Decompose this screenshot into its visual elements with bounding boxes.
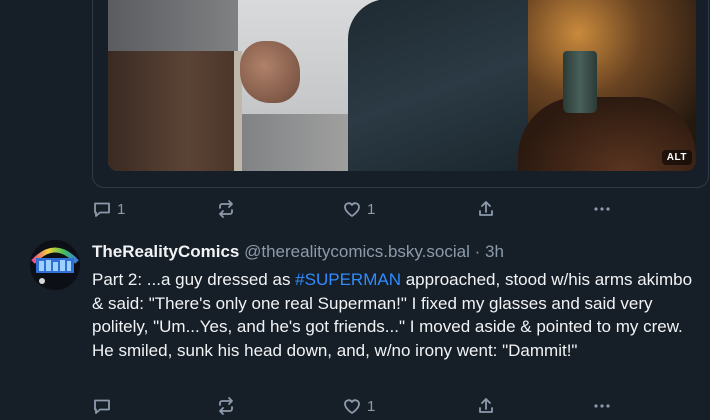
like-count: 1 [367,397,376,415]
share-button[interactable] [476,396,496,416]
reply-button[interactable]: 1 [92,199,125,219]
user-handle[interactable]: @therealitycomics.bsky.social [244,242,470,261]
like-button[interactable]: 1 [342,396,375,416]
image-cup [563,51,597,113]
post2-action-bar: 1 [92,396,612,416]
share-icon [476,396,496,416]
reply-icon [92,199,112,219]
more-options-button[interactable] [592,199,612,219]
avatar[interactable] [30,240,80,290]
post1-media-card: ALT [92,0,709,188]
post2-header: TheRealityComics @therealitycomics.bsky.… [92,242,504,262]
like-icon [342,396,362,416]
repost-button[interactable] [216,199,236,219]
reply-count: 1 [117,200,126,218]
more-icon [592,396,612,416]
separator-dot: · [474,242,481,261]
post-timestamp[interactable]: 3h [485,242,504,261]
more-options-button[interactable] [592,396,612,416]
display-name[interactable]: TheRealityComics [92,242,239,261]
image-door [108,51,240,171]
reply-button[interactable] [92,396,117,416]
repost-icon [216,396,236,416]
alt-badge[interactable]: ALT [661,150,692,165]
reply-icon [92,396,112,416]
more-icon [592,199,612,219]
post1-action-bar: 1 1 [92,199,612,219]
repost-icon [216,199,236,219]
hashtag-link[interactable]: #SUPERMAN [295,270,401,289]
share-icon [476,199,496,219]
post-text-part1: Part 2: ...a guy dressed as [92,270,296,289]
avatar-logo-icon [30,240,80,290]
like-count: 1 [367,200,376,218]
share-button[interactable] [476,199,496,219]
post2-text: Part 2: ...a guy dressed as #SUPERMAN ap… [92,268,706,362]
like-button[interactable]: 1 [342,199,375,219]
repost-button[interactable] [216,396,236,416]
like-icon [342,199,362,219]
image-hand [240,41,300,103]
post1-image[interactable]: ALT [108,0,696,171]
